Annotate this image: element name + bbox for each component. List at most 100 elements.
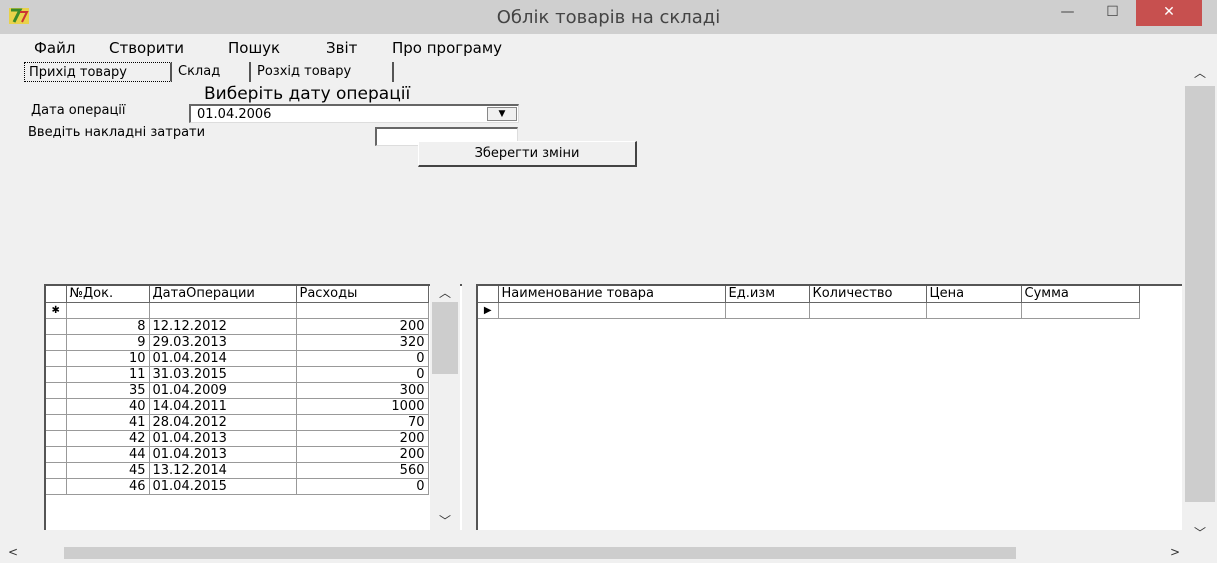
scroll-down-icon[interactable]: ﹀: [1194, 524, 1206, 541]
row-indicator[interactable]: [46, 350, 67, 367]
cell-doc-number[interactable]: 41: [66, 414, 150, 431]
column-unit[interactable]: Ед.изм: [725, 286, 810, 303]
menu-about[interactable]: Про програму: [392, 39, 502, 57]
menu-create[interactable]: Створити: [109, 39, 184, 57]
column-item-name[interactable]: Наименование товара: [498, 286, 726, 303]
scroll-thumb[interactable]: [1185, 86, 1215, 502]
main-horizontal-scrollbar[interactable]: < >: [0, 543, 1190, 563]
cell-operation-date[interactable]: 12.12.2012: [149, 318, 297, 335]
cell-operation-date[interactable]: 01.04.2013: [149, 446, 297, 463]
column-operation-date[interactable]: ДатаОперации: [149, 286, 297, 303]
cell-operation-date[interactable]: 01.04.2013: [149, 430, 297, 447]
tab-incoming[interactable]: Прихід товару: [24, 62, 172, 82]
table-row[interactable]: 9 29.03.2013 320: [46, 334, 429, 351]
cell-doc-number[interactable]: 40: [66, 398, 150, 415]
row-indicator[interactable]: [46, 334, 67, 351]
cell-expenses[interactable]: 0: [296, 366, 429, 383]
scroll-thumb[interactable]: [432, 302, 458, 374]
row-indicator[interactable]: [46, 366, 67, 383]
table-cell[interactable]: [725, 302, 810, 319]
new-row[interactable]: ✱: [46, 302, 429, 319]
menu-report[interactable]: Звіт: [326, 39, 357, 57]
scroll-up-icon[interactable]: ︿: [1194, 64, 1206, 81]
cell-operation-date[interactable]: 13.12.2014: [149, 462, 297, 479]
column-sum[interactable]: Сумма: [1021, 286, 1140, 303]
table-row[interactable]: 11 31.03.2015 0: [46, 366, 429, 383]
row-indicator[interactable]: [46, 430, 67, 447]
cell-expenses[interactable]: 200: [296, 446, 429, 463]
cell-doc-number[interactable]: 9: [66, 334, 150, 351]
cell-expenses[interactable]: 0: [296, 478, 429, 495]
table-row[interactable]: 41 28.04.2012 70: [46, 414, 429, 431]
table-cell[interactable]: [1021, 302, 1140, 319]
documents-scrollbar[interactable]: ︿ ﹀: [430, 284, 460, 530]
cell-doc-number[interactable]: 10: [66, 350, 150, 367]
table-row[interactable]: 44 01.04.2013 200: [46, 446, 429, 463]
table-row[interactable]: 45 13.12.2014 560: [46, 462, 429, 479]
cell-operation-date[interactable]: 01.04.2009: [149, 382, 297, 399]
save-button[interactable]: Зберегти зміни: [418, 141, 637, 167]
scroll-up-icon[interactable]: ︿: [439, 284, 451, 301]
tab-outgoing[interactable]: Розхід товару: [253, 62, 394, 82]
cell-doc-number[interactable]: 46: [66, 478, 150, 495]
table-row[interactable]: ▶: [478, 302, 1140, 319]
row-indicator[interactable]: [46, 446, 67, 463]
row-indicator[interactable]: [46, 318, 67, 335]
table-row[interactable]: 40 14.04.2011 1000: [46, 398, 429, 415]
row-indicator[interactable]: [46, 398, 67, 415]
cell-operation-date[interactable]: 01.04.2015: [149, 478, 297, 495]
cell-operation-date[interactable]: 31.03.2015: [149, 366, 297, 383]
table-cell[interactable]: [296, 302, 429, 319]
table-row[interactable]: 10 01.04.2014 0: [46, 350, 429, 367]
cell-operation-date[interactable]: 28.04.2012: [149, 414, 297, 431]
column-price[interactable]: Цена: [926, 286, 1022, 303]
cell-expenses[interactable]: 1000: [296, 398, 429, 415]
cell-doc-number[interactable]: 45: [66, 462, 150, 479]
menu-file[interactable]: Файл: [34, 39, 75, 57]
cell-doc-number[interactable]: 8: [66, 318, 150, 335]
cell-expenses[interactable]: 300: [296, 382, 429, 399]
table-cell[interactable]: [809, 302, 927, 319]
scroll-thumb[interactable]: [64, 547, 1016, 559]
items-grid[interactable]: Наименование товара Ед.изм Количество Це…: [476, 284, 1182, 530]
table-row[interactable]: 35 01.04.2009 300: [46, 382, 429, 399]
cell-expenses[interactable]: 560: [296, 462, 429, 479]
title-bar[interactable]: Облік товарів на складі — ☐ ✕: [0, 0, 1217, 34]
table-cell[interactable]: [926, 302, 1022, 319]
cell-operation-date[interactable]: 14.04.2011: [149, 398, 297, 415]
scroll-left-icon[interactable]: <: [8, 545, 18, 559]
scroll-right-icon[interactable]: >: [1170, 545, 1180, 559]
table-row[interactable]: 42 01.04.2013 200: [46, 430, 429, 447]
table-row[interactable]: 8 12.12.2012 200: [46, 318, 429, 335]
row-indicator[interactable]: [46, 414, 67, 431]
table-cell[interactable]: [149, 302, 297, 319]
cell-doc-number[interactable]: 42: [66, 430, 150, 447]
column-quantity[interactable]: Количество: [809, 286, 927, 303]
table-cell[interactable]: [498, 302, 726, 319]
date-picker[interactable]: 01.04.2006 ▼: [189, 104, 519, 123]
cell-doc-number[interactable]: 44: [66, 446, 150, 463]
cell-expenses[interactable]: 200: [296, 318, 429, 335]
close-button[interactable]: ✕: [1136, 0, 1202, 26]
cell-operation-date[interactable]: 01.04.2014: [149, 350, 297, 367]
tab-warehouse[interactable]: Склад: [174, 62, 251, 82]
cell-expenses[interactable]: 200: [296, 430, 429, 447]
minimize-button[interactable]: —: [1045, 0, 1090, 26]
cell-doc-number[interactable]: 11: [66, 366, 150, 383]
main-vertical-scrollbar[interactable]: ︿ ﹀: [1183, 62, 1217, 542]
scroll-down-icon[interactable]: ﹀: [439, 512, 451, 529]
row-indicator[interactable]: [46, 462, 67, 479]
column-expenses[interactable]: Расходы: [296, 286, 429, 303]
chevron-down-icon[interactable]: ▼: [487, 107, 517, 121]
row-indicator[interactable]: [46, 478, 67, 495]
row-indicator[interactable]: [46, 382, 67, 399]
cell-expenses[interactable]: 70: [296, 414, 429, 431]
cell-doc-number[interactable]: 35: [66, 382, 150, 399]
column-doc-number[interactable]: №Док.: [66, 286, 150, 303]
cell-operation-date[interactable]: 29.03.2013: [149, 334, 297, 351]
maximize-button[interactable]: ☐: [1090, 0, 1135, 26]
documents-grid[interactable]: №Док. ДатаОперации Расходы ✱ 8 12.12.2012 2…: [44, 284, 462, 530]
menu-search[interactable]: Пошук: [228, 39, 280, 57]
table-cell[interactable]: [66, 302, 150, 319]
table-row[interactable]: 46 01.04.2015 0: [46, 478, 429, 495]
